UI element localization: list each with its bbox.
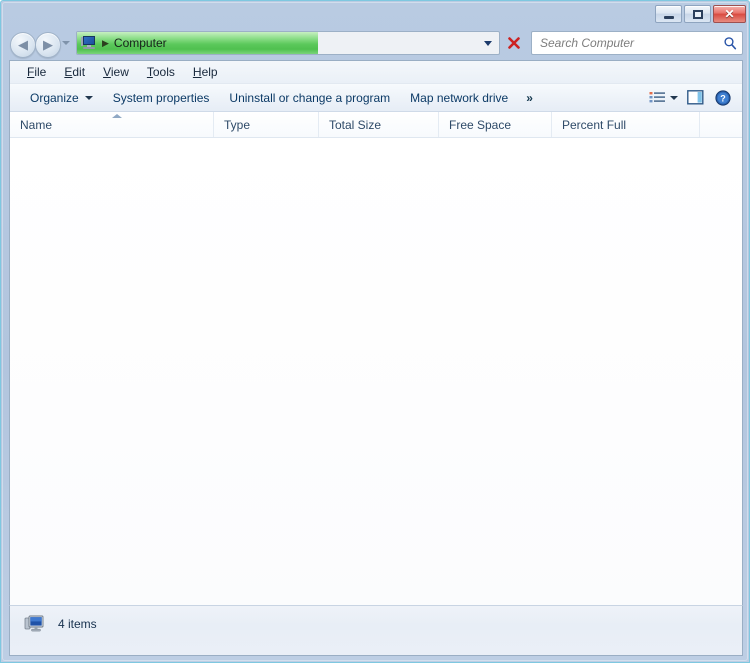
uninstall-or-change-program-button[interactable]: Uninstall or change a program bbox=[219, 89, 400, 107]
minimize-icon bbox=[663, 15, 674, 19]
forward-button[interactable]: ▶ bbox=[35, 32, 61, 58]
column-header-label: Type bbox=[224, 117, 251, 132]
column-header-label: Name bbox=[20, 117, 53, 132]
back-button[interactable]: ◀ bbox=[10, 32, 36, 58]
recent-pages-chevron-down-icon[interactable] bbox=[62, 41, 70, 45]
change-view-button[interactable] bbox=[646, 87, 680, 109]
preview-pane-button[interactable] bbox=[682, 87, 708, 109]
menu-item-file[interactable]: File bbox=[18, 64, 55, 80]
column-header-label: Total Size bbox=[329, 117, 382, 132]
chevron-down-icon bbox=[484, 40, 492, 46]
chevron-down-icon bbox=[84, 95, 93, 100]
close-icon: ✕ bbox=[724, 7, 735, 21]
toolbar-right-group: ? bbox=[646, 84, 736, 111]
explorer-window: ✕ ◀ ▶ ▶ Computer Search Computer File Ed… bbox=[0, 0, 750, 663]
column-header-total-size[interactable]: Total Size bbox=[319, 112, 439, 137]
breadcrumb: ▶ Computer bbox=[77, 32, 499, 54]
forward-arrow-icon: ▶ bbox=[43, 37, 53, 52]
search-input[interactable]: Search Computer bbox=[540, 36, 718, 50]
search-icon[interactable] bbox=[718, 36, 742, 50]
back-arrow-icon: ◀ bbox=[18, 37, 28, 52]
stop-x-icon bbox=[508, 37, 520, 49]
view-list-icon bbox=[649, 91, 665, 102]
menu-item-help[interactable]: Help bbox=[184, 64, 227, 80]
column-header-type[interactable]: Type bbox=[214, 112, 319, 137]
status-bar: 4 items bbox=[9, 605, 743, 656]
system-properties-button[interactable]: System properties bbox=[103, 89, 220, 107]
column-header-label: Free Space bbox=[449, 117, 512, 132]
help-circle-icon: ? bbox=[715, 89, 731, 106]
address-bar[interactable]: ▶ Computer bbox=[76, 31, 500, 55]
chevron-down-icon bbox=[669, 95, 678, 100]
column-header-name[interactable]: Name bbox=[10, 112, 214, 137]
menu-item-tools[interactable]: Tools bbox=[138, 64, 184, 80]
file-list-view[interactable] bbox=[10, 138, 742, 612]
navigation-bar: ◀ ▶ ▶ Computer Search Computer bbox=[1, 27, 749, 60]
organize-label: Organize bbox=[30, 90, 79, 105]
computer-icon bbox=[81, 36, 97, 50]
map-network-drive-button[interactable]: Map network drive bbox=[400, 89, 518, 107]
breadcrumb-item-computer[interactable]: Computer bbox=[114, 36, 167, 50]
restore-icon bbox=[692, 9, 703, 19]
command-toolbar: Organize System properties Uninstall or … bbox=[10, 84, 742, 112]
menu-item-view[interactable]: View bbox=[94, 64, 138, 80]
search-box[interactable]: Search Computer bbox=[531, 31, 743, 55]
svg-text:?: ? bbox=[720, 93, 726, 103]
column-header-free-space[interactable]: Free Space bbox=[439, 112, 552, 137]
computer-icon bbox=[24, 614, 46, 634]
help-button[interactable]: ? bbox=[710, 87, 736, 109]
address-dropdown-button[interactable] bbox=[479, 32, 497, 54]
restore-button[interactable] bbox=[684, 5, 711, 23]
client-area: File Edit View Tools Help Organize Syste… bbox=[9, 60, 743, 656]
menu-bar: File Edit View Tools Help bbox=[10, 61, 742, 84]
status-item-count: 4 items bbox=[58, 617, 97, 631]
minimize-button[interactable] bbox=[655, 5, 682, 23]
preview-pane-icon bbox=[686, 90, 704, 105]
window-controls: ✕ bbox=[655, 5, 746, 23]
breadcrumb-separator-icon[interactable]: ▶ bbox=[102, 38, 109, 49]
organize-button[interactable]: Organize bbox=[20, 89, 103, 107]
close-button[interactable]: ✕ bbox=[713, 5, 746, 23]
stop-loading-button[interactable] bbox=[503, 31, 525, 55]
toolbar-overflow-button[interactable]: » bbox=[518, 88, 541, 108]
column-header-row: Name Type Total Size Free Space Percent Full bbox=[10, 112, 742, 138]
column-header-percent-full[interactable]: Percent Full bbox=[552, 112, 700, 137]
column-header-label: Percent Full bbox=[562, 117, 627, 132]
menu-item-edit[interactable]: Edit bbox=[55, 64, 94, 80]
title-bar[interactable]: ✕ bbox=[1, 1, 749, 27]
